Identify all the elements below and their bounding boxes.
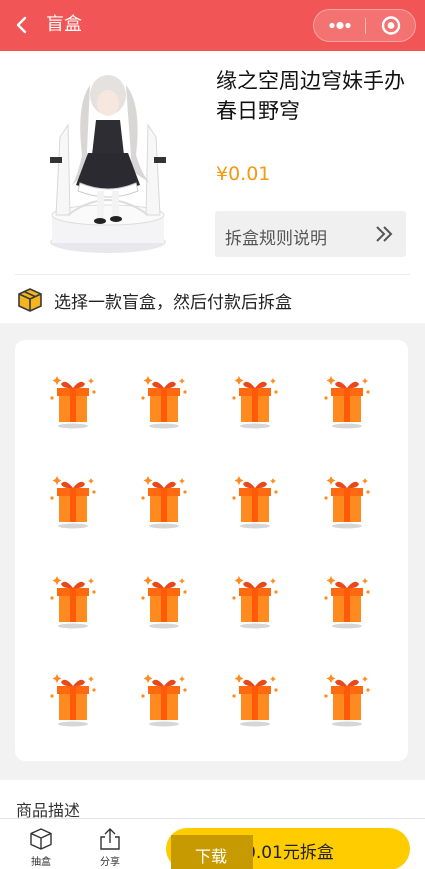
gift-box-icon [232,576,278,629]
blind-box-item[interactable] [43,568,103,630]
product-name: 缘之空周边穹妹手办春日野穹 [216,69,405,123]
tab-share[interactable]: 分享 [90,827,130,869]
blind-box-item[interactable] [43,468,103,530]
gift-box-icon [141,576,187,629]
blind-box-item[interactable] [225,368,285,430]
blind-box-item[interactable] [43,666,103,728]
tab-draw-box[interactable]: 抽盒 [21,827,61,869]
gift-box-icon [324,376,370,429]
gift-box-icon [50,674,96,727]
blind-box-item[interactable] [225,666,285,728]
blind-box-item[interactable] [225,568,285,630]
share-icon [100,828,120,850]
back-arrow-icon[interactable] [12,13,34,37]
download-label: 下载 [195,847,228,866]
product-figure-image [50,75,166,253]
blind-box-grid [15,340,408,761]
navbar: 盲盒 [0,0,425,51]
gift-box-icon [324,576,370,629]
tab-label: 抽盒 [31,857,51,868]
gift-box-icon [141,674,187,727]
more-icon[interactable] [314,10,365,41]
blind-box-item[interactable] [43,368,103,430]
mini-program-capsule [313,9,416,42]
blind-box-item[interactable] [134,468,194,530]
gift-box-icon [232,674,278,727]
download-overlay[interactable]: 下载 [171,835,253,869]
blind-box-item[interactable] [317,368,377,430]
rules-label: 拆盒规则说明 [225,229,327,249]
gift-box-icon [50,576,96,629]
gift-box-icon [324,674,370,727]
hint-text: 选择一款盲盒，然后付款后拆盒 [54,293,292,313]
gift-box-icon [232,376,278,429]
tab-label: 分享 [100,857,120,868]
gift-box-icon [141,476,187,529]
product-header: 缘之空周边穹妹手办春日野穹 ¥0.01 拆盒规则说明 [0,51,425,273]
hint-row: 选择一款盲盒，然后付款后拆盒 [0,275,425,323]
gift-box-icon [324,476,370,529]
open-box-label: 0.01元拆盒 [245,843,334,863]
gift-box-icon [50,476,96,529]
blind-box-item[interactable] [225,468,285,530]
blind-box-area [0,323,425,780]
product-price: ¥0.01 [216,163,271,185]
blind-box-item[interactable] [317,468,377,530]
blind-box-item[interactable] [134,368,194,430]
description-section: 商品描述 [0,780,425,820]
blind-box-item[interactable] [134,666,194,728]
gift-box-icon [232,476,278,529]
bottom-bar: 抽盒 分享 0.01元拆盒 下载 [0,818,425,869]
blind-box-item[interactable] [134,568,194,630]
rules-button[interactable]: 拆盒规则说明 [215,211,406,257]
gift-box-icon [141,376,187,429]
box-icon [30,828,52,850]
package-icon [18,288,42,312]
blind-box-item[interactable] [317,666,377,728]
blind-box-item[interactable] [317,568,377,630]
gift-box-icon [50,376,96,429]
page-title: 盲盒 [46,14,82,35]
double-chevron-right-icon [376,226,393,242]
close-target-icon[interactable] [366,10,416,41]
